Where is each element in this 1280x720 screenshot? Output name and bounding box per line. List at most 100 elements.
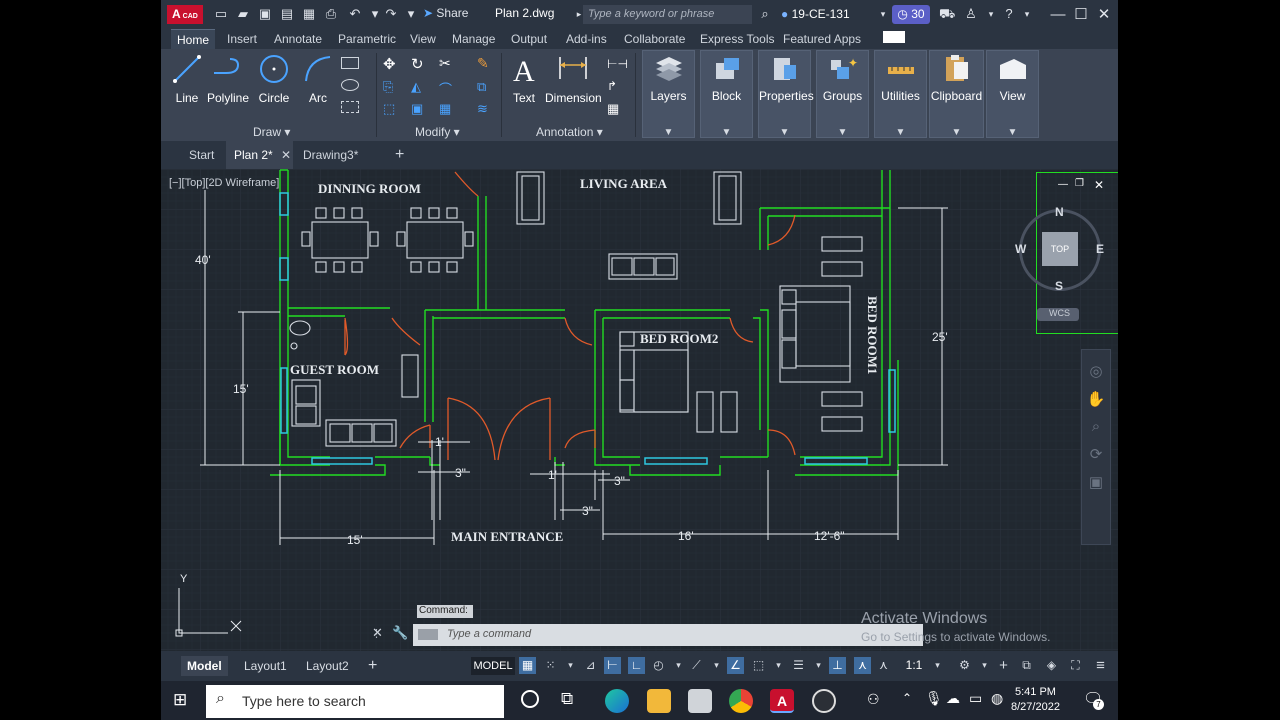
minimize-button[interactable]: — — [1048, 5, 1068, 25]
model-tab[interactable]: Model — [181, 656, 228, 676]
cloud-icon[interactable]: ☁ — [946, 690, 960, 707]
maximize-button[interactable]: ☐ — [1071, 5, 1091, 25]
connect-dropdown-icon[interactable]: ▾ — [983, 6, 999, 22]
region-icon[interactable] — [341, 101, 359, 113]
pan-icon[interactable]: ✋ — [1082, 390, 1110, 408]
modify-panel-label[interactable]: Modify ▾ — [415, 125, 460, 139]
model-space-button[interactable]: MODEL — [471, 657, 515, 675]
tab-annotate[interactable]: Annotate — [274, 32, 322, 46]
system-clock[interactable]: 5:41 PM 8/27/2022 — [1011, 685, 1060, 715]
tab-manage[interactable]: Manage — [452, 32, 495, 46]
new-tab-button[interactable]: + — [387, 141, 412, 169]
tab-add-ins[interactable]: Add-ins — [566, 32, 607, 46]
edge-icon[interactable] — [605, 689, 629, 713]
command-input[interactable]: Type a command — [447, 628, 531, 640]
obs-icon[interactable] — [812, 689, 836, 713]
annotation-scale[interactable]: 1:1 — [899, 657, 929, 674]
layers-tile[interactable]: Layers ▼ — [642, 50, 695, 138]
clipboard-tile[interactable]: Clipboard ▼ — [929, 50, 984, 138]
windows-start-icon[interactable]: ⊞ — [173, 691, 191, 709]
tab-featured-apps[interactable]: Featured Apps — [783, 32, 861, 46]
hardware-acceleration-icon[interactable]: ◈ — [1043, 657, 1060, 674]
dimension-tool[interactable]: Dimension — [545, 53, 602, 105]
open-web-icon[interactable]: ▦ — [301, 6, 317, 22]
tab-collaborate[interactable]: Collaborate — [624, 32, 685, 46]
task-view-icon[interactable]: ⧉ — [561, 689, 573, 709]
close-button[interactable]: ✕ — [1094, 5, 1114, 25]
customization-menu-icon[interactable]: ≡ — [1092, 657, 1109, 674]
command-recent-icon[interactable] — [418, 629, 438, 640]
tab-view[interactable]: View — [410, 32, 436, 46]
isodraft-icon[interactable]: ⟋ — [688, 657, 705, 674]
tab-express-tools[interactable]: Express Tools — [700, 32, 774, 46]
polar-dropdown-icon[interactable]: ▾ — [670, 657, 687, 674]
annotation-autoscale-icon[interactable]: ⋏ — [875, 657, 892, 674]
print-icon[interactable]: ⎙ — [323, 6, 339, 22]
new-icon[interactable]: ▭ — [213, 6, 229, 22]
rotate-icon[interactable]: ↻ — [411, 55, 429, 73]
groups-tile[interactable]: ✦ Groups ▼ — [816, 50, 869, 138]
snap-icon[interactable]: ⁙ — [542, 657, 559, 674]
cart-icon[interactable]: ⛟ — [939, 6, 955, 22]
array-icon[interactable]: ▦ — [439, 101, 457, 119]
file-tab-drawing3[interactable]: Drawing3* — [295, 141, 366, 169]
layout1-tab[interactable]: Layout1 — [238, 656, 293, 676]
cortana-icon[interactable] — [521, 690, 539, 708]
leader-icon[interactable]: ↱ — [607, 79, 625, 97]
file-explorer-icon[interactable] — [647, 689, 671, 713]
linear-dimension-icon[interactable]: ⊢⊣ — [607, 57, 628, 75]
polar-icon[interactable]: ◴ — [650, 657, 667, 674]
trim-icon[interactable]: ✂ — [439, 55, 457, 73]
offset-icon[interactable]: ≋ — [477, 101, 495, 119]
move-icon[interactable]: ✥ — [383, 55, 401, 73]
text-tool[interactable]: A Text — [507, 53, 541, 105]
erase-icon[interactable]: ✎ — [477, 55, 495, 73]
fillet-icon[interactable]: ⌒ — [439, 79, 457, 97]
network-icon[interactable]: ◍ — [991, 690, 1003, 707]
dynamic-input-icon[interactable]: ⊢ — [604, 657, 621, 674]
clean-screen-icon[interactable]: ⛶ — [1067, 657, 1084, 674]
viewcube[interactable]: TOP N S W E — [1015, 205, 1105, 295]
steering-wheel-icon[interactable]: ◎ — [1082, 362, 1110, 380]
utilities-tile[interactable]: Utilities ▼ — [874, 50, 927, 138]
grid-icon[interactable]: ▦ — [519, 657, 536, 674]
scale-icon[interactable]: ▣ — [411, 101, 429, 119]
annotation-visibility-icon[interactable]: ⋏ — [854, 657, 871, 674]
layout2-tab[interactable]: Layout2 — [300, 656, 355, 676]
copy-icon[interactable]: ⎘ — [383, 79, 401, 97]
viewcube-top-face[interactable]: TOP — [1042, 232, 1078, 266]
lineweight-icon[interactable]: ☰ — [790, 657, 807, 674]
people-icon[interactable]: ⚇ — [867, 691, 880, 708]
stretch-icon[interactable]: ⬚ — [383, 101, 401, 119]
snap-dropdown-icon[interactable]: ▾ — [562, 657, 579, 674]
autocad-taskbar-icon[interactable]: A — [770, 689, 794, 713]
annotation-panel-label[interactable]: Annotation ▾ — [536, 125, 603, 139]
showmotion-icon[interactable]: ▣ — [1082, 473, 1110, 491]
palette-restore-icon[interactable]: ❐ — [1075, 178, 1084, 189]
circle-tool[interactable]: Circle — [257, 53, 291, 105]
gear-icon[interactable]: ⚙ — [956, 657, 973, 674]
table-icon[interactable]: ▦ — [607, 101, 625, 119]
taskbar-search-input[interactable]: ⌕ Type here to search — [206, 685, 504, 718]
redo-icon[interactable]: ↷ — [383, 6, 399, 22]
chrome-icon[interactable] — [729, 689, 753, 713]
floor-plan[interactable]: DINNING ROOM LIVING AREA BED ROOM2 BED R… — [161, 169, 1118, 651]
viewport-controls[interactable]: [−][Top][2D Wireframe] — [169, 177, 279, 189]
share-button[interactable]: ➤ Share — [423, 6, 468, 20]
help-dropdown-icon[interactable]: ▾ — [1019, 6, 1035, 22]
mail-icon[interactable] — [688, 689, 712, 713]
ribbon-minimize-icon[interactable] — [883, 31, 905, 43]
microphone-icon[interactable]: 🎙 — [925, 690, 943, 707]
tray-chevron-icon[interactable]: ⌃ — [902, 691, 912, 705]
subscription-timer-badge[interactable]: ◷ 30 — [892, 5, 930, 24]
infer-constraints-icon[interactable]: ⊿ — [582, 657, 599, 674]
explode-icon[interactable]: ⧉ — [477, 79, 495, 97]
navigation-bar[interactable]: ◎ ✋ ⌕ ⟳ ▣ — [1081, 349, 1111, 545]
tab-insert[interactable]: Insert — [227, 32, 257, 46]
save-as-icon[interactable]: ▤ — [279, 6, 295, 22]
wcs-menu[interactable]: WCS — [1037, 308, 1079, 321]
orbit-icon[interactable]: ⟳ — [1082, 445, 1110, 463]
tab-parametric[interactable]: Parametric — [338, 32, 396, 46]
command-line[interactable]: Type a command — [413, 624, 923, 646]
command-customize-icon[interactable]: 🔧 — [392, 625, 408, 641]
